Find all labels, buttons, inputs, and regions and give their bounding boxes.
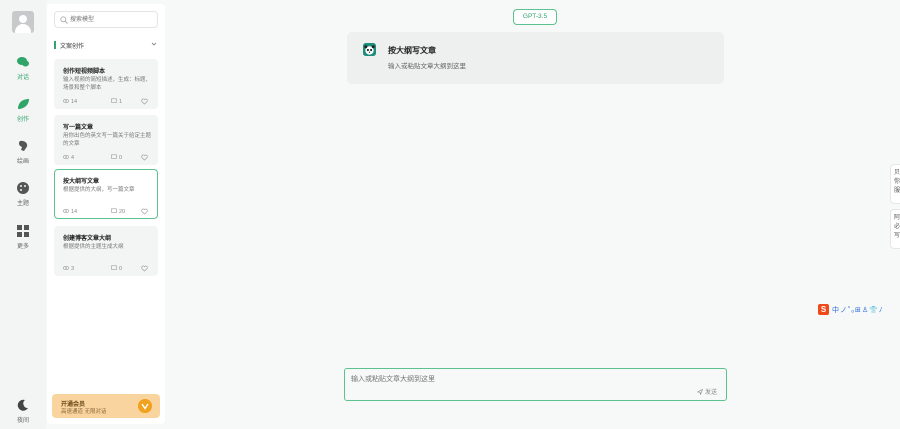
rail-item-night-mode[interactable]: 夜间: [0, 398, 46, 424]
prompt-info-card: 按大纲写文章 输入或粘贴文章大纲到这里: [347, 32, 724, 84]
eye-icon: [62, 98, 70, 104]
prompt-title: 按大纲写文章: [388, 46, 436, 55]
category-label: 文案创作: [60, 44, 85, 50]
search-box[interactable]: [54, 11, 158, 28]
card-chats: 20: [111, 208, 125, 215]
ime-logo: S: [818, 304, 829, 315]
send-button[interactable]: 发送: [696, 387, 717, 396]
edge-tab-top[interactable]: 贝你服: [890, 164, 900, 204]
heart-icon[interactable]: [141, 208, 148, 215]
card-views: 14: [62, 208, 78, 215]
prompt-card[interactable]: 创作短视频脚本 输入视频的简短描述，生成：标题、场景和整个脚本 14 1: [54, 59, 158, 109]
card-chats-count: 20: [119, 209, 126, 215]
avatar-body: [15, 24, 31, 33]
category-marker: [54, 41, 56, 49]
eye-icon: [62, 208, 70, 214]
model-selector[interactable]: GPT-3.5: [513, 9, 557, 25]
category-header[interactable]: 文案创作: [54, 40, 158, 50]
prompt-description: 输入或粘贴文章大纲到这里: [388, 63, 466, 70]
send-label: 发送: [704, 390, 717, 396]
send-icon: [696, 388, 704, 396]
grid-icon: [17, 225, 29, 237]
vip-banner[interactable]: 开通会员 高速通道 无限对话: [52, 394, 160, 418]
card-views: 3: [62, 265, 75, 272]
card-desc: 根据提供的主题生成大纲: [63, 244, 124, 250]
ime-toolbar-items: 中ノ˚ₒ⊞♙👕ﾉ: [832, 307, 884, 314]
eye-icon: [62, 265, 70, 271]
message-composer: 发送: [344, 368, 727, 401]
prompt-card-selected[interactable]: 按大纲写文章 根据提供的大纲，写一篇文章 14 20: [54, 169, 158, 219]
card-views: 14: [62, 98, 78, 105]
heart-icon[interactable]: [141, 98, 148, 105]
heart-icon[interactable]: [141, 265, 148, 272]
chat-icon: [17, 57, 29, 67]
card-chats-count: 0: [119, 266, 123, 272]
vip-subtitle: 高速通道 无限对话: [61, 409, 107, 415]
rail-item-chat[interactable]: 对话: [0, 55, 46, 81]
message-input[interactable]: [351, 374, 681, 388]
message-icon: [111, 208, 117, 213]
rail-item-more[interactable]: 更多: [0, 224, 46, 250]
rail-label-create: 创作: [16, 117, 29, 123]
eye-icon: [62, 154, 70, 160]
avatar[interactable]: [12, 11, 34, 33]
avatar-head: [19, 15, 27, 23]
rail-label-chat: 对话: [16, 75, 29, 81]
card-desc: 用你出色的英文写一篇关于给定主题的文章: [63, 133, 152, 147]
card-views-count: 14: [71, 209, 78, 215]
card-title: 创建博客文章大纲: [63, 236, 112, 242]
card-views-count: 3: [71, 266, 75, 272]
heart-icon[interactable]: [141, 154, 148, 161]
leaf-icon: [18, 99, 29, 109]
rail-item-draw[interactable]: 绘画: [0, 139, 46, 165]
edge-tab-bottom[interactable]: 阿必写: [890, 209, 900, 249]
prompt-card[interactable]: 创建博客文章大纲 根据提供的主题生成大纲 3 0: [54, 226, 158, 276]
card-desc: 输入视频的简短描述，生成：标题、场景和整个脚本: [63, 77, 152, 91]
message-icon: [111, 154, 117, 159]
brush-icon: [18, 140, 28, 151]
card-title: 创作短视频脚本: [63, 69, 106, 75]
rail-label-more: 更多: [16, 244, 29, 250]
search-input[interactable]: [70, 14, 154, 26]
ime-toolbar[interactable]: S 中ノ˚ₒ⊞♙👕ﾉ: [818, 304, 900, 316]
search-icon: [60, 16, 68, 24]
vip-badge-icon: [138, 399, 152, 413]
card-views-count: 14: [71, 99, 78, 105]
prompt-list-panel: 文案创作 创作短视频脚本 输入视频的简短描述，生成：标题、场景和整个脚本 14 …: [47, 4, 165, 424]
card-chats: 0: [111, 265, 122, 272]
rail-label-night: 夜间: [16, 418, 29, 424]
card-title: 写一篇文章: [63, 125, 94, 131]
rail-label-theme: 主题: [16, 201, 29, 207]
rail-label-draw: 绘画: [16, 159, 29, 165]
card-chats: 1: [111, 98, 122, 105]
card-chats-count: 0: [119, 155, 123, 161]
card-chats: 0: [111, 154, 122, 161]
prompt-card[interactable]: 写一篇文章 用你出色的英文写一篇关于给定主题的文章 4 0: [54, 115, 158, 165]
card-chats-count: 1: [119, 99, 123, 105]
chevron-down-icon: [151, 42, 157, 46]
rail-item-create[interactable]: 创作: [0, 97, 46, 123]
moon-icon: [17, 399, 28, 411]
card-desc: 根据提供的大纲，写一篇文章: [63, 187, 135, 193]
left-rail: 对话 创作 绘画 主题 更多 夜间: [0, 0, 46, 429]
card-views-count: 4: [71, 155, 75, 161]
palette-icon: [17, 182, 29, 194]
panda-icon: [363, 43, 376, 56]
message-icon: [111, 98, 117, 103]
rail-item-theme[interactable]: 主题: [0, 181, 46, 207]
card-title: 按大纲写文章: [63, 179, 100, 185]
message-icon: [111, 265, 117, 270]
card-views: 4: [62, 154, 75, 161]
